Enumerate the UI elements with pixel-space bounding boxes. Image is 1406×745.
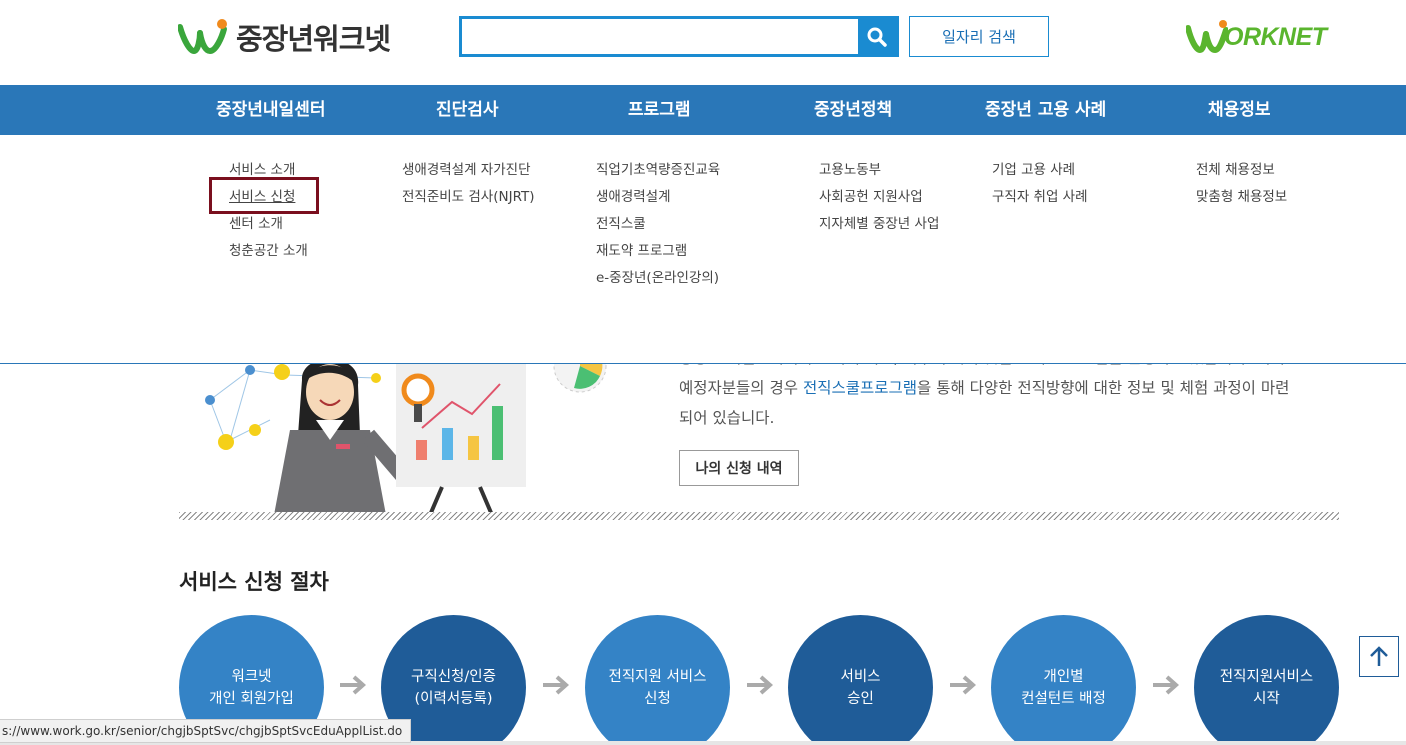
process-step-4: 서비스 승인 [788,615,933,745]
arrow-right-icon [340,675,367,695]
search-button[interactable] [858,19,896,54]
nav-item-center[interactable]: 중장년내일센터 [216,85,325,135]
step-line: 전직지원 서비스 [608,668,707,685]
arrow-right-icon [1153,675,1180,695]
nav-item-policy[interactable]: 중장년정책 [814,85,892,135]
nav-item-cases[interactable]: 중장년 고용 사례 [985,85,1106,135]
arrow-right-icon [950,675,977,695]
step-line: 개인 회원가입 [209,690,294,707]
arrow-right-icon [747,675,774,695]
menu-column-program: 직업기초역량증진교육 생애경력설계 전직스쿨 재도약 프로그램 e-중장년(온라… [596,157,720,292]
menu-column-jobs: 전체 채용정보 맞춤형 채용정보 [1196,157,1287,211]
nav-item-jobs[interactable]: 채용정보 [1208,85,1271,135]
section-divider [179,512,1339,520]
menu-link-company-cases[interactable]: 기업 고용 사례 [992,157,1088,184]
intro-line-3: 되어 있습니다. [679,409,775,427]
menu-link-transition-school[interactable]: 전직스쿨 [596,211,720,238]
process-step-5: 개인별 컨설턴트 배정 [991,615,1136,745]
menu-column-diagnosis: 생애경력설계 자가진단 전직준비도 검사(NJRT) [402,157,535,211]
step-line: 서비스 [840,668,881,685]
intro-line-2: 예정자분들의 경우 전직스쿨프로그램을 통해 다양한 전직방향에 대한 정보 및… [679,373,1329,403]
menu-link-njrt[interactable]: 전직준비도 검사(NJRT) [402,184,535,211]
menu-link-e-learning[interactable]: e-중장년(온라인강의) [596,265,720,292]
menu-link-social-contribution[interactable]: 사회공헌 지원사업 [819,184,939,211]
step-line: 승인 [847,690,874,707]
leaf-logo-icon [178,19,227,55]
transition-school-link[interactable]: 전직스쿨프로그램 [803,379,917,397]
process-step-3: 전직지원 서비스 신청 [585,615,730,745]
step-line: 컨설턴트 배정 [1021,690,1106,707]
site-logo[interactable]: 중장년워크넷 [178,16,391,58]
intro-line-2-pre: 예정자분들의 경우 [679,379,803,397]
hero-illustration [190,340,620,515]
worknet-logo-text: ORKNET [1224,22,1327,51]
browser-status-url: s://www.work.go.kr/senior/chgjbSptSvc/ch… [0,719,412,743]
menu-link-local-programs[interactable]: 지자체별 중장년 사업 [819,211,939,238]
search-box [459,16,899,57]
arrow-up-icon [1370,645,1388,666]
step-line: 구직신청/인증 [411,668,496,685]
menu-link-ministry[interactable]: 고용노동부 [819,157,939,184]
selection-highlight [209,177,319,214]
step-line: 신청 [644,690,671,707]
search-input[interactable] [462,19,860,54]
menu-link-career-design[interactable]: 생애경력설계 [596,184,720,211]
nav-item-program[interactable]: 프로그램 [628,85,691,135]
step-line: 워크넷 [231,668,272,685]
worknet-logo[interactable]: ORKNET [1186,20,1327,54]
step-line: 시작 [1253,690,1280,707]
mega-menu-dropdown: 서비스 소개 서비스 신청 센터 소개 청춘공간 소개 생애경력설계 자가진단 … [0,135,1406,364]
menu-link-custom-jobs[interactable]: 맞춤형 채용정보 [1196,184,1287,211]
menu-link-jobseeker-cases[interactable]: 구직자 취업 사례 [992,184,1088,211]
main-nav: 중장년내일센터 진단검사 프로그램 중장년정책 중장년 고용 사례 채용정보 [0,85,1406,135]
menu-link-relaunch[interactable]: 재도약 프로그램 [596,238,720,265]
worknet-w-icon [1186,20,1228,54]
my-application-button[interactable]: 나의 신청 내역 [679,450,799,486]
nav-item-diagnosis[interactable]: 진단검사 [436,85,499,135]
step-line: (이력서등록) [414,690,493,707]
search-icon [867,27,887,47]
menu-link-basic-competency[interactable]: 직업기초역량증진교육 [596,157,720,184]
step-line: 개인별 [1043,668,1084,685]
site-title: 중장년워크넷 [236,22,391,56]
step-line: 전직지원서비스 [1219,668,1314,685]
menu-column-policy: 고용노동부 사회공헌 지원사업 지자체별 중장년 사업 [819,157,939,238]
menu-column-cases: 기업 고용 사례 구직자 취업 사례 [992,157,1088,211]
menu-link-all-jobs[interactable]: 전체 채용정보 [1196,157,1287,184]
menu-link-center-intro[interactable]: 센터 소개 [229,211,308,238]
menu-link-youth-space[interactable]: 청춘공간 소개 [229,238,308,265]
menu-link-self-diagnosis[interactable]: 생애경력설계 자가진단 [402,157,535,184]
scroll-top-button[interactable] [1359,636,1399,677]
process-step-6: 전직지원서비스 시작 [1194,615,1339,745]
section-title: 서비스 신청 절차 [179,570,329,594]
intro-line-2-post: 을 통해 다양한 전직방향에 대한 정보 및 체험 과정이 마련 [917,379,1290,397]
job-search-button[interactable]: 일자리 검색 [909,16,1049,57]
site-header: 중장년워크넷 일자리 검색 ORKNET [0,0,1406,85]
arrow-right-icon [543,675,570,695]
